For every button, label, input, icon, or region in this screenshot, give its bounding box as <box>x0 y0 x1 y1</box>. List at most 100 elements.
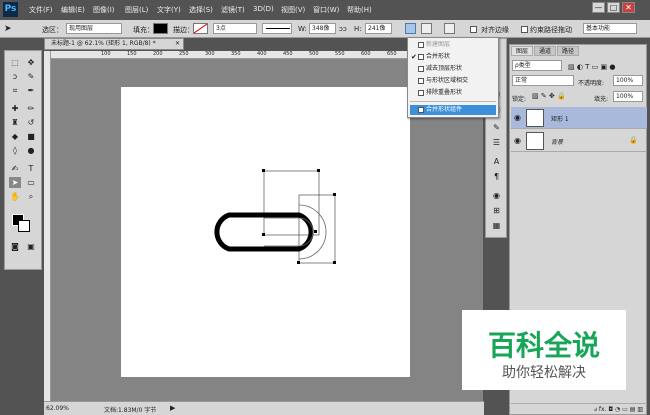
layer-row-shape[interactable]: ◉ 矩形 1 <box>511 107 647 129</box>
watermark-subtitle: 助你轻松解决 <box>502 365 586 381</box>
path-alignment-icon[interactable] <box>421 23 432 34</box>
menu-item-merge-components[interactable]: 合并形状组件 <box>410 105 496 115</box>
fill-field[interactable]: 100% <box>613 91 643 102</box>
blur-tool-icon[interactable]: ◊ <box>9 145 21 156</box>
constrain-checkbox[interactable] <box>521 26 528 33</box>
quick-select-icon[interactable]: ✎ <box>25 71 37 82</box>
opacity-field[interactable]: 100% <box>613 75 643 86</box>
visibility-eye-icon[interactable]: ◉ <box>514 136 521 145</box>
eyedropper-icon[interactable]: ✒ <box>25 85 37 96</box>
width-field[interactable]: 348像 <box>309 23 336 34</box>
anchor-point[interactable] <box>297 261 300 264</box>
brush-tool-icon[interactable]: ✏ <box>25 103 37 114</box>
anchor-point[interactable] <box>314 230 317 233</box>
character-panel-icon[interactable]: A <box>491 157 502 167</box>
path-select-tool-icon[interactable]: ➤ <box>4 24 18 34</box>
menu-select[interactable]: 选择(S) <box>189 5 213 15</box>
layer-name[interactable]: 矩形 1 <box>551 114 569 123</box>
anchor-point[interactable] <box>262 233 265 236</box>
screen-mode-icon[interactable]: ▣ <box>25 241 37 252</box>
tab-paths[interactable]: 路径 <box>557 46 580 56</box>
tab-layers[interactable]: 图层 <box>511 46 534 56</box>
menu-file[interactable]: 文件(F) <box>29 5 53 15</box>
rectangle-tool-icon[interactable]: ▭ <box>25 177 37 188</box>
anchor-point[interactable] <box>227 247 230 250</box>
pen-tool-icon[interactable]: ✍ <box>9 163 21 174</box>
menu-item-exclude-overlap[interactable]: 排除重叠形状 <box>410 88 496 98</box>
menu-view[interactable]: 视图(V) <box>281 5 305 15</box>
maximize-button[interactable]: □ <box>607 2 620 13</box>
layer-filter-icons[interactable]: ▨ ◐ T ▭ ▣ ● <box>568 63 644 71</box>
menu-layer[interactable]: 图层(L) <box>125 5 148 15</box>
menu-window[interactable]: 窗口(W) <box>313 5 339 15</box>
move-tool-icon[interactable]: ✥ <box>25 57 37 68</box>
dodge-tool-icon[interactable]: ● <box>25 145 37 156</box>
layer-name[interactable]: 背景 <box>551 137 563 146</box>
anchor-point[interactable] <box>262 169 265 172</box>
menu-type[interactable]: 文字(Y) <box>157 5 181 15</box>
tab-channels[interactable]: 通道 <box>534 46 557 56</box>
path-arrangement-icon[interactable] <box>444 23 455 34</box>
stroke-type-dropdown[interactable] <box>262 23 292 34</box>
menu-filter[interactable]: 滤镜(T) <box>221 5 245 15</box>
type-tool-icon[interactable]: T <box>25 163 37 174</box>
eraser-icon[interactable]: ◆ <box>9 131 21 142</box>
path-select-icon[interactable]: ➤ <box>9 177 21 188</box>
blend-mode-dropdown[interactable]: 正常 <box>512 75 574 86</box>
menu-divider <box>410 101 496 102</box>
status-menu-arrow-icon[interactable]: ▶ <box>170 404 175 412</box>
visibility-eye-icon[interactable]: ◉ <box>514 113 521 122</box>
adjustments-panel-icon[interactable]: ☰ <box>491 138 502 148</box>
select-dropdown[interactable]: 现用图层 <box>66 23 122 34</box>
workspace-dropdown[interactable]: 基本功能 <box>583 23 637 34</box>
healing-brush-icon[interactable]: ✚ <box>9 103 21 114</box>
layer-row-background[interactable]: ◉ 背景 🔒 <box>511 130 647 152</box>
anchor-point[interactable] <box>333 261 336 264</box>
close-tab-icon[interactable]: ✕ <box>175 39 180 49</box>
zoom-level[interactable]: 62.09% <box>46 405 69 412</box>
anchor-point[interactable] <box>227 213 230 216</box>
stroke-size-field[interactable]: 3点 <box>213 23 257 34</box>
paragraph-panel-icon[interactable]: ¶ <box>491 172 502 182</box>
document-tab[interactable]: 未标题-1 @ 62.1% (矩形 1, RGB/8) * ✕ <box>44 38 184 50</box>
menu-item-new-layer[interactable]: 新建图层 <box>410 40 496 50</box>
layer-kind-filter[interactable]: ρ类型 <box>512 60 562 71</box>
zoom-tool-icon[interactable]: ⌕ <box>25 191 37 202</box>
quick-mask-icon[interactable]: ◙ <box>9 241 21 252</box>
hand-tool-icon[interactable]: ✋ <box>9 191 21 202</box>
anchor-point[interactable] <box>317 169 320 172</box>
gradient-icon[interactable]: ■ <box>25 131 37 142</box>
clone-stamp-icon[interactable]: ♜ <box>9 117 21 128</box>
brush-panel-icon[interactable]: ✎ <box>491 123 502 133</box>
watermark-title: 百科全说 <box>487 329 600 362</box>
menu-help[interactable]: 帮助(H) <box>347 5 372 15</box>
lock-icons[interactable]: ▨ ✎ ✥ 🔒 <box>532 92 588 101</box>
minimize-button[interactable]: — <box>592 2 605 13</box>
menu-image[interactable]: 图像(I) <box>93 5 115 15</box>
fill-swatch[interactable] <box>153 23 168 34</box>
menu-item-intersect[interactable]: 与形状区域相交 <box>410 76 496 86</box>
styles-panel-icon[interactable]: ⊞ <box>491 206 502 216</box>
background-color-swatch[interactable] <box>18 220 30 232</box>
stroke-swatch[interactable] <box>193 23 208 34</box>
menu-edit[interactable]: 编辑(E) <box>61 5 85 15</box>
document-canvas[interactable] <box>121 87 410 377</box>
ruler-mark: 550 <box>335 51 345 57</box>
layers-footer-icons[interactable]: ⅎ fx. ◘ ◔ ▭ ▤ ▥ <box>511 403 647 414</box>
close-button[interactable]: ✕ <box>622 2 635 13</box>
link-icon[interactable]: ↄↄ <box>339 25 347 33</box>
crop-tool-icon[interactable]: ⌗ <box>9 85 21 96</box>
swatches-panel-icon[interactable]: ▦ <box>491 221 502 231</box>
menu-3d[interactable]: 3D(D) <box>253 5 274 13</box>
lasso-tool-icon[interactable]: ↄ <box>9 71 21 82</box>
menu-item-subtract-front[interactable]: 减去顶层形状 <box>410 64 496 74</box>
menu-item-combine-shapes[interactable]: ✔ 合并形状 <box>410 52 496 62</box>
anchor-point[interactable] <box>333 193 336 196</box>
history-brush-icon[interactable]: ↺ <box>25 117 37 128</box>
marquee-tool-icon[interactable]: ⬚ <box>9 57 21 68</box>
shape-artwork[interactable] <box>121 87 410 377</box>
path-operations-icon[interactable] <box>405 23 416 34</box>
3d-panel-icon[interactable]: ◉ <box>491 191 502 201</box>
align-edges-checkbox[interactable] <box>470 26 477 33</box>
height-field[interactable]: 241像 <box>365 23 392 34</box>
